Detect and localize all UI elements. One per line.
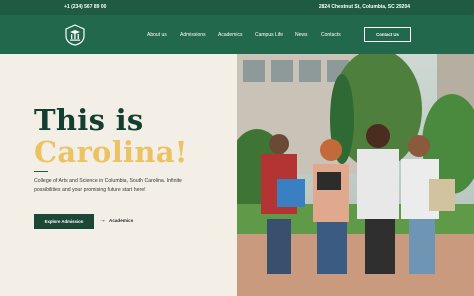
top-info-bar: +1 (234) 567 89 00 2824 Chestnut St, Col… — [0, 0, 474, 15]
nav-news[interactable]: News — [295, 32, 308, 38]
address-text: 2824 Chestnut St, Columbia, SC 29204 — [318, 4, 410, 10]
explore-admission-button[interactable]: Explore Admission — [34, 214, 94, 229]
title-divider — [34, 171, 48, 172]
phone-number[interactable]: +1 (234) 567 89 00 — [64, 4, 106, 10]
nav-about-us[interactable]: About us — [147, 32, 167, 38]
hero-title-line1: This is — [34, 103, 144, 137]
university-crest-icon[interactable] — [62, 23, 88, 47]
nav-contacts[interactable]: Contacts — [321, 32, 341, 38]
nav-admissions[interactable]: Admissions — [180, 32, 206, 38]
main-header: About us Admissions Academics Campus Lif… — [0, 15, 474, 54]
hero-photo — [237, 54, 474, 296]
contact-us-button[interactable]: Contact Us — [364, 27, 411, 42]
nav-academics[interactable]: Academics — [218, 32, 242, 38]
arrow-right-icon: → — [99, 217, 106, 224]
academics-link[interactable]: → Academics — [99, 217, 134, 224]
hero-title-line2: Carolina! — [34, 135, 188, 169]
students-group-photo — [237, 54, 474, 296]
nav-campus-life[interactable]: Campus Life — [255, 32, 283, 38]
academics-link-label: Academics — [109, 218, 134, 223]
hero-text-panel: This is Carolina! College of Arts and Sc… — [0, 54, 237, 296]
hero-description: College of Arts and Science in Columbia,… — [34, 178, 182, 193]
